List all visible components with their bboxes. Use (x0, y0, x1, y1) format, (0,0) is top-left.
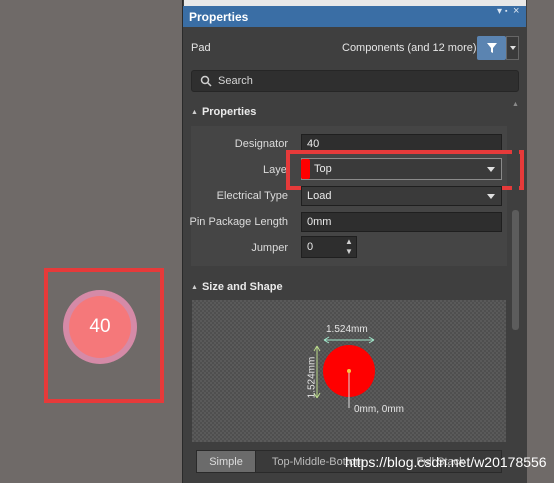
watermark-text: https://blog.csdn.net/w20178556 (345, 454, 547, 470)
layer-highlight-box (286, 150, 524, 190)
pad-highlight-box (44, 268, 164, 403)
properties-section-title: Properties (201, 106, 257, 118)
panel-menu-icon[interactable]: ▾ (497, 6, 502, 17)
search-icon (200, 75, 212, 87)
panel-close-icon[interactable]: × (513, 5, 519, 17)
filter-button[interactable] (477, 36, 506, 60)
panel-pin-icon[interactable]: ▪ (505, 8, 507, 15)
chevron-down-icon (487, 194, 495, 199)
pin-package-length-value: 0mm (307, 216, 332, 228)
search-placeholder: Search (218, 75, 253, 87)
pad-origin-marker (347, 369, 351, 373)
designator-label: Designator (234, 138, 288, 150)
collapse-triangle-icon: ▲ (191, 108, 198, 116)
designator-value: 40 (307, 138, 320, 150)
electrical-type-value: Load (307, 190, 332, 202)
pin-package-length-label: Pin Package Length (189, 216, 288, 228)
pad-shape-preview: 1.524mm 1.524mm 0mm, 0mm (192, 300, 506, 442)
search-input[interactable]: Search (191, 70, 519, 92)
panel-title: Properties (189, 9, 249, 24)
panel-titlebar[interactable]: Properties (183, 6, 526, 27)
properties-section-header[interactable]: ▲ Properties (191, 106, 256, 118)
pad-dimension-diagram (313, 336, 375, 408)
electrical-type-select[interactable]: Load (301, 186, 502, 206)
funnel-icon (486, 43, 497, 53)
collapse-triangle-icon: ▲ (191, 283, 198, 291)
tab-simple[interactable]: Simple (197, 451, 256, 472)
electrical-type-label: Electrical Type (216, 190, 288, 202)
scroll-up-icon[interactable]: ▲ (512, 101, 519, 108)
jumper-value: 0 (307, 241, 314, 253)
spin-up-icon[interactable]: ▲ (345, 237, 353, 246)
scrollbar-thumb[interactable] (512, 210, 519, 330)
layer-label: Layer (263, 164, 287, 176)
size-shape-section-title: Size and Shape (201, 281, 283, 293)
filter-dropdown-button[interactable] (506, 36, 519, 60)
object-type-label: Pad (191, 42, 211, 54)
pad-height-label: 1.524mm (306, 356, 318, 399)
pin-package-length-field[interactable]: 0mm (301, 212, 502, 232)
pad-origin-label: 0mm, 0mm (354, 404, 404, 415)
jumper-label: Jumper (251, 242, 288, 254)
pad-width-label: 1.524mm (326, 324, 368, 335)
spin-down-icon[interactable]: ▼ (345, 247, 353, 256)
selection-filter-label[interactable]: Components (and 12 more) (342, 42, 477, 54)
size-shape-section-header[interactable]: ▲ Size and Shape (191, 281, 283, 293)
chevron-down-icon (509, 46, 516, 50)
